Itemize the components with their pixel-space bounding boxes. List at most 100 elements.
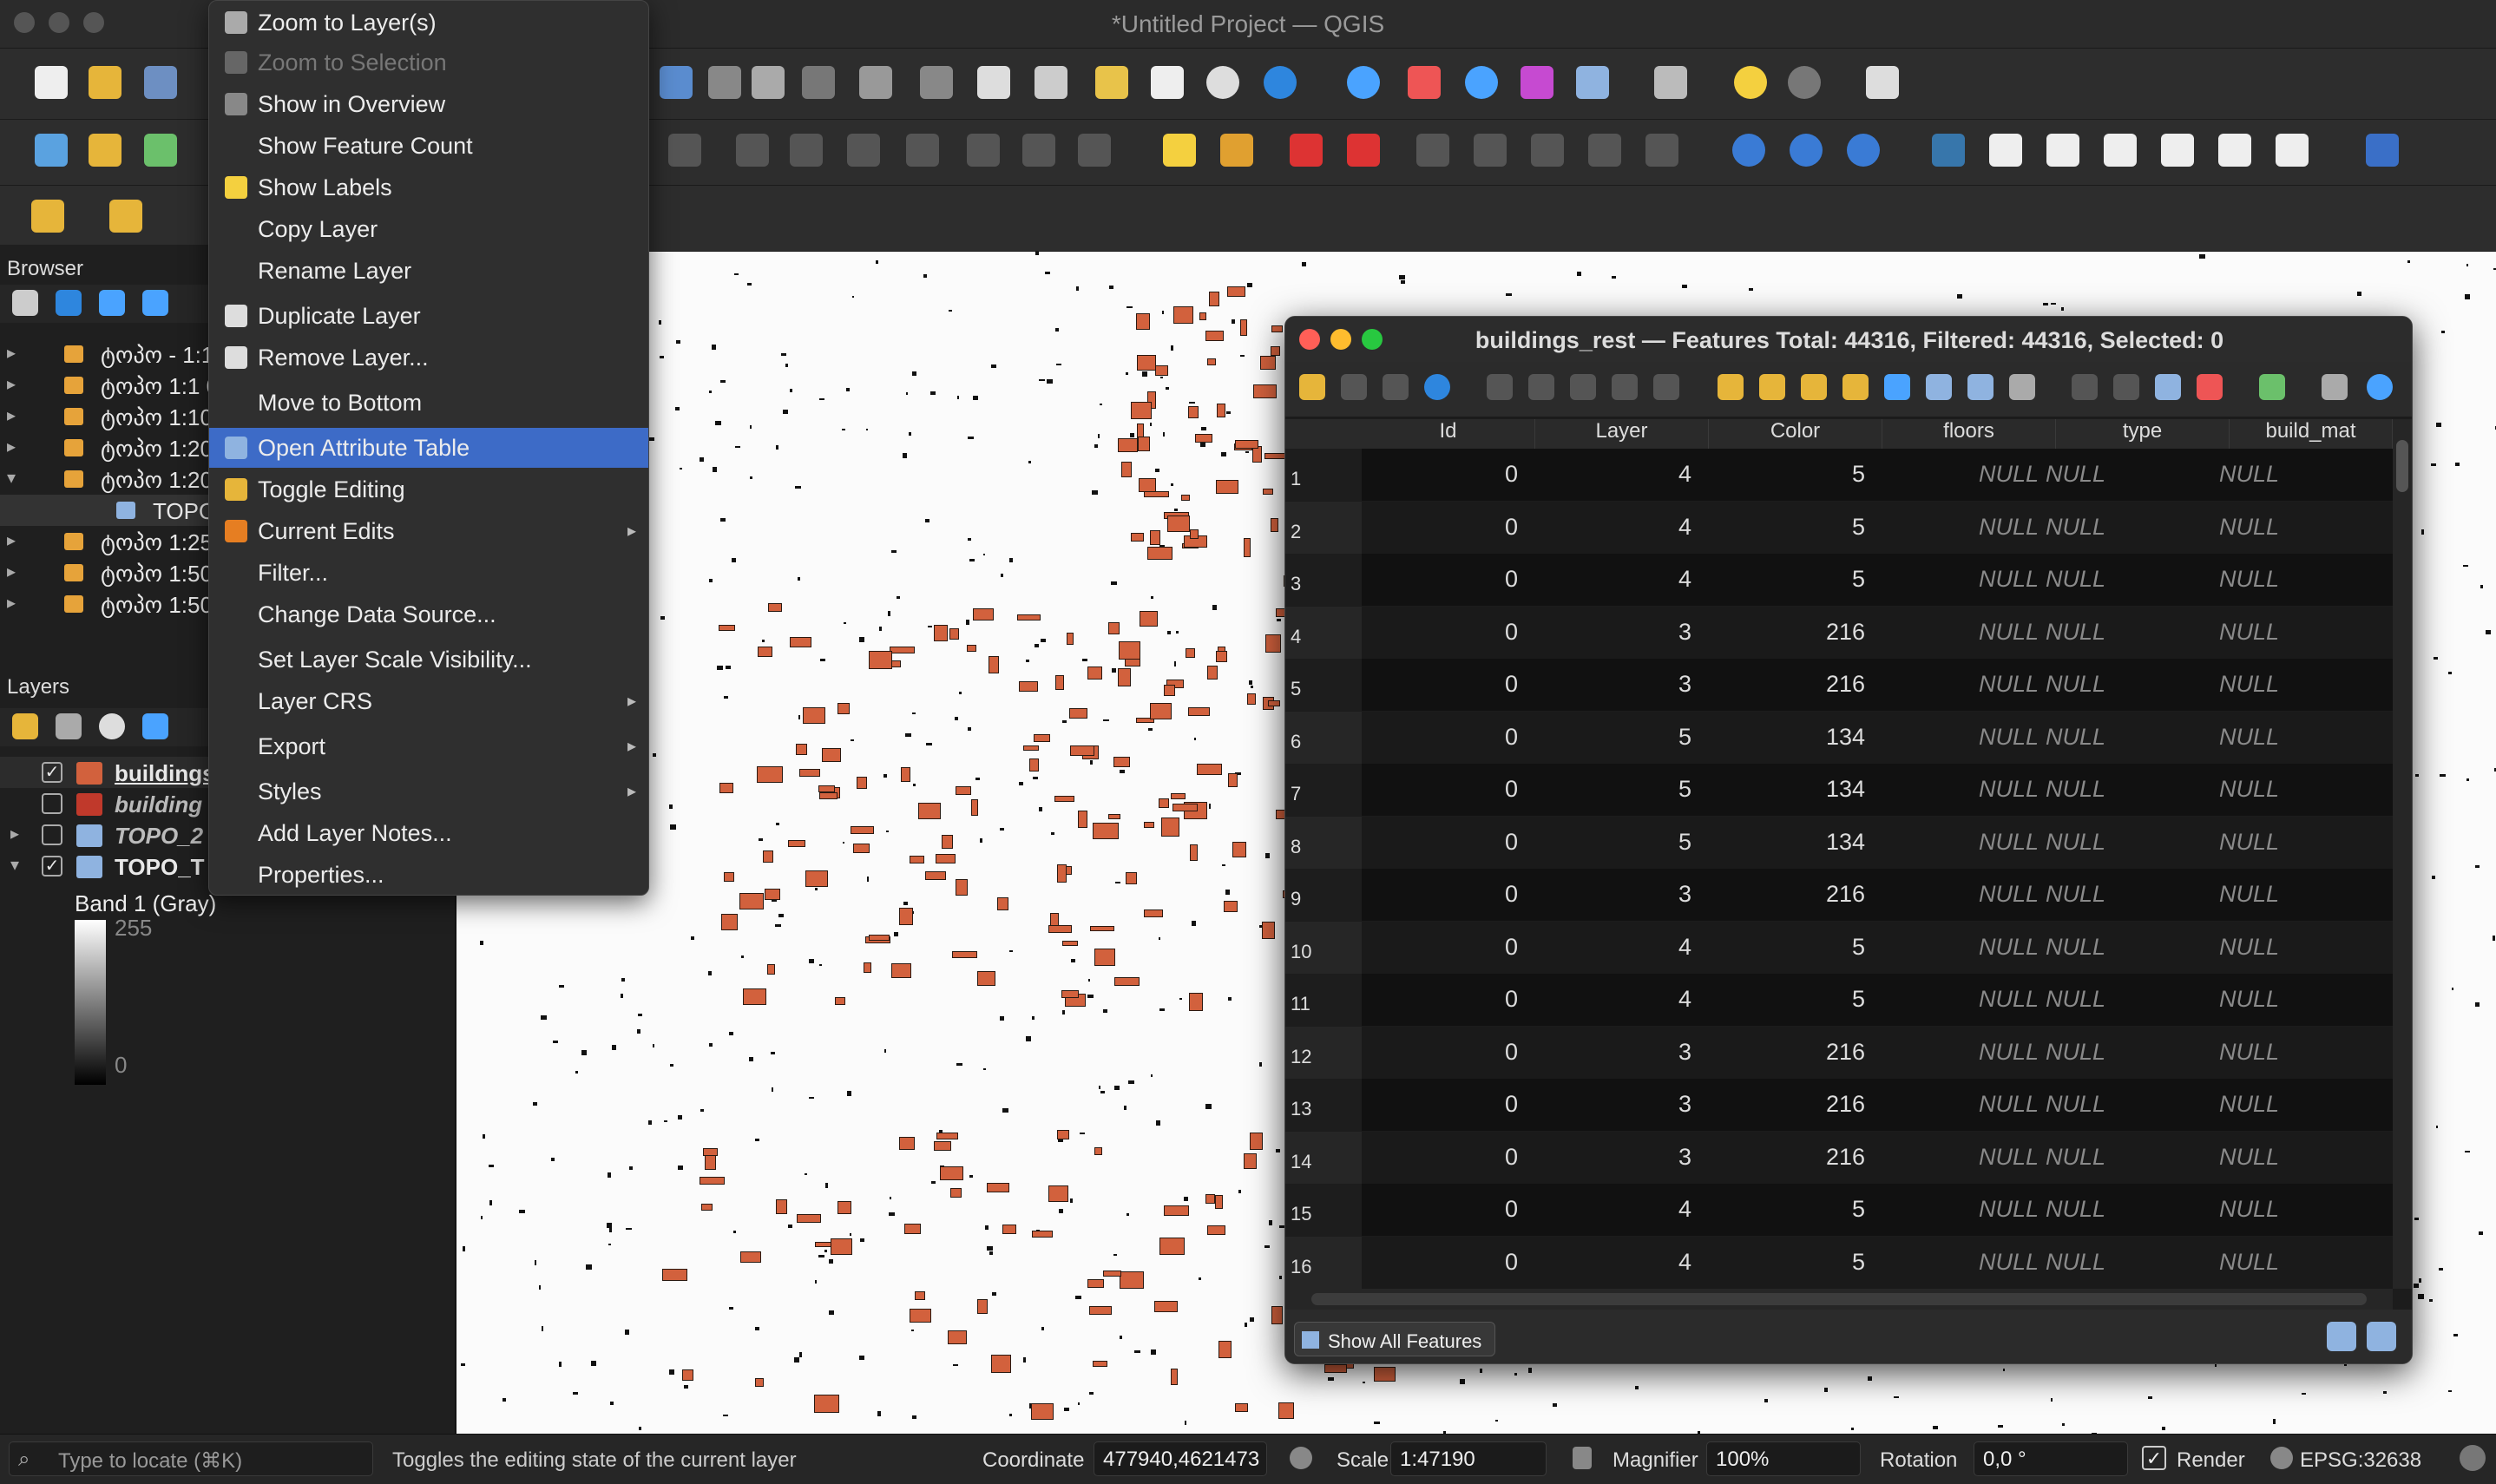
plugin-a-icon[interactable]	[1989, 134, 2022, 167]
cell-type[interactable]: NULL	[2046, 776, 2105, 803]
column-header-color[interactable]: Color	[1709, 419, 1882, 449]
cell-floors[interactable]: NULL	[1979, 514, 2039, 541]
measure-icon[interactable]	[1654, 66, 1687, 99]
cell-build-mat[interactable]: NULL	[2219, 1196, 2279, 1223]
cell-layer[interactable]: 4	[1678, 461, 1691, 488]
cell-floors[interactable]: NULL	[1979, 1144, 2039, 1171]
chevron-right-icon[interactable]: ▸	[7, 529, 16, 551]
cell-color[interactable]: 216	[1826, 1091, 1865, 1118]
form-view-icon[interactable]	[2327, 1322, 2356, 1351]
row-number[interactable]: 3	[1291, 573, 1301, 595]
cell-color[interactable]: 5	[1852, 514, 1865, 541]
new-layer-icon[interactable]	[89, 134, 122, 167]
web-globe-icon[interactable]	[1732, 134, 1765, 167]
paste-icon[interactable]	[967, 134, 1000, 167]
row-number[interactable]: 2	[1291, 521, 1301, 543]
cell-layer[interactable]: 4	[1678, 566, 1691, 593]
attribute-table-icon[interactable]	[1408, 66, 1441, 99]
cell-build-mat[interactable]: NULL	[2219, 1039, 2279, 1066]
cell-type[interactable]: NULL	[2046, 461, 2105, 488]
plugin-paste-icon[interactable]	[2218, 134, 2251, 167]
column-header-build-mat[interactable]: build_mat	[2230, 419, 2393, 449]
move-selection-top-icon[interactable]	[1926, 374, 1952, 400]
cell-floors[interactable]: NULL	[1979, 619, 2039, 646]
cell-build-mat[interactable]: NULL	[2219, 829, 2279, 856]
cell-type[interactable]: NULL	[2046, 829, 2105, 856]
table-row[interactable]: 11 0 4 5 NULL NULL NULL	[1285, 974, 2393, 1026]
cell-type[interactable]: NULL	[2046, 1196, 2105, 1223]
bookmark-icon[interactable]	[1095, 66, 1128, 99]
reload-table-icon[interactable]	[1424, 374, 1450, 400]
coordinate-toggle-icon[interactable]	[1290, 1447, 1312, 1469]
cell-color[interactable]: 5	[1852, 986, 1865, 1013]
table-row[interactable]: 7 0 5 134 NULL NULL NULL	[1285, 764, 2393, 816]
row-number[interactable]: 12	[1291, 1046, 1311, 1068]
conditional-formatting-icon[interactable]	[2197, 374, 2223, 400]
menu-item-export[interactable]: Export ▸	[209, 726, 648, 766]
open-field-calculator-icon[interactable]	[1576, 66, 1609, 99]
table-row[interactable]: 2 0 4 5 NULL NULL NULL	[1285, 501, 2393, 554]
scale-field[interactable]: 1:47190	[1390, 1441, 1547, 1476]
cell-layer[interactable]: 3	[1678, 671, 1691, 698]
identify-icon[interactable]	[1347, 66, 1380, 99]
menu-item-open-attribute-table[interactable]: Open Attribute Table	[209, 428, 648, 468]
change-label-icon[interactable]	[1531, 134, 1564, 167]
coordinate-field[interactable]: 477940,4621473	[1094, 1441, 1267, 1476]
cell-layer[interactable]: 3	[1678, 1091, 1691, 1118]
cell-layer[interactable]: 4	[1678, 514, 1691, 541]
table-row[interactable]: 1 0 4 5 NULL NULL NULL	[1285, 449, 2393, 501]
crs-icon[interactable]	[2270, 1447, 2293, 1469]
help-icon[interactable]	[2366, 134, 2399, 167]
cell-color[interactable]: 216	[1826, 1144, 1865, 1171]
column-header-type[interactable]: type	[2056, 419, 2230, 449]
cell-id[interactable]: 0	[1505, 1196, 1518, 1223]
cell-color[interactable]: 5	[1852, 566, 1865, 593]
cell-floors[interactable]: NULL	[1979, 986, 2039, 1013]
table-view-icon[interactable]	[2367, 1322, 2396, 1351]
cell-id[interactable]: 0	[1505, 724, 1518, 751]
row-number[interactable]: 15	[1291, 1203, 1311, 1225]
cell-type[interactable]: NULL	[2046, 566, 2105, 593]
gear-icon[interactable]	[1788, 66, 1821, 99]
cell-id[interactable]: 0	[1505, 1249, 1518, 1276]
cut-feature-icon[interactable]	[1570, 374, 1596, 400]
cell-build-mat[interactable]: NULL	[2219, 986, 2279, 1013]
select-features-icon[interactable]	[31, 200, 64, 233]
map-tips-icon[interactable]	[1734, 66, 1767, 99]
plugin-prev-clip-icon[interactable]	[2104, 134, 2137, 167]
cell-type[interactable]: NULL	[2046, 881, 2105, 908]
messages-icon[interactable]	[2460, 1445, 2486, 1471]
cell-floors[interactable]: NULL	[1979, 829, 2039, 856]
dock-table-icon[interactable]	[2322, 374, 2348, 400]
cell-floors[interactable]: NULL	[1979, 461, 2039, 488]
redo-icon[interactable]	[1078, 134, 1111, 167]
cell-floors[interactable]: NULL	[1979, 881, 2039, 908]
eye-icon[interactable]	[99, 713, 125, 739]
cell-color[interactable]: 5	[1852, 461, 1865, 488]
table-row[interactable]: 6 0 5 134 NULL NULL NULL	[1285, 711, 2393, 764]
filter-select-icon[interactable]	[1884, 374, 1910, 400]
rotate-label-icon[interactable]	[1474, 134, 1507, 167]
cell-build-mat[interactable]: NULL	[2219, 461, 2279, 488]
refresh-browser-icon[interactable]	[56, 290, 82, 316]
menu-item-rename-layer[interactable]: Rename Layer	[209, 251, 648, 291]
vertex-tool-icon[interactable]	[668, 134, 701, 167]
cell-floors[interactable]: NULL	[1979, 1091, 2039, 1118]
field-calculator-icon[interactable]	[2155, 374, 2181, 400]
cell-id[interactable]: 0	[1505, 934, 1518, 961]
cell-floors[interactable]: NULL	[1979, 1039, 2039, 1066]
horizontal-scrollbar[interactable]	[1285, 1289, 2393, 1310]
menu-item-add-layer-notes[interactable]: Add Layer Notes...	[209, 813, 648, 853]
row-number[interactable]: 11	[1291, 993, 1310, 1015]
cell-build-mat[interactable]: NULL	[2219, 1091, 2279, 1118]
cell-color[interactable]: 5	[1852, 1249, 1865, 1276]
collapse-all-icon[interactable]	[142, 290, 168, 316]
cell-color[interactable]: 5	[1852, 1196, 1865, 1223]
vertical-scrollbar[interactable]	[2393, 419, 2412, 1289]
pin-labels-icon[interactable]	[1290, 134, 1323, 167]
filter-browser-icon[interactable]	[99, 290, 125, 316]
plugin-multi-icon[interactable]	[2161, 134, 2194, 167]
edit-table-icon[interactable]	[736, 134, 769, 167]
menu-item-show-feature-count[interactable]: Show Feature Count	[209, 126, 648, 166]
table-row[interactable]: 9 0 3 216 NULL NULL NULL	[1285, 869, 2393, 921]
